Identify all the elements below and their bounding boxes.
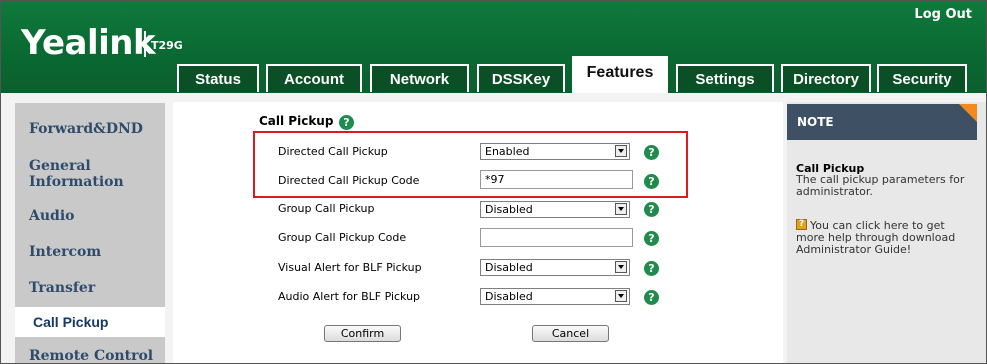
select-value: Disabled: [485, 290, 533, 303]
field-label-group-call-pickup-code: Group Call Pickup Code: [278, 231, 407, 244]
sidebar-item-remote-control[interactable]: Remote Control: [29, 348, 153, 363]
browser-page: Yealink T29G Log Out Status Account Netw…: [0, 0, 987, 364]
field-label-visual-alert-blf: Visual Alert for BLF Pickup: [278, 261, 422, 274]
help-icon[interactable]: ?: [644, 231, 659, 246]
group-call-pickup-select[interactable]: Disabled: [480, 201, 630, 218]
help-icon[interactable]: ?: [339, 115, 354, 130]
tab-account[interactable]: Account: [266, 64, 362, 92]
chevron-down-icon: [615, 203, 627, 215]
tab-status[interactable]: Status: [177, 64, 259, 92]
group-call-pickup-code-input[interactable]: [480, 228, 633, 247]
field-label-audio-alert-blf: Audio Alert for BLF Pickup: [278, 290, 421, 303]
help-icon[interactable]: ?: [644, 145, 659, 160]
sidebar-item-forward-dnd[interactable]: Forward&DND: [29, 121, 143, 137]
chevron-down-icon: [615, 290, 627, 302]
note-corner-accent: [959, 104, 977, 122]
select-value: Disabled: [485, 261, 533, 274]
sidebar-item-audio[interactable]: Audio: [29, 208, 75, 224]
audio-alert-blf-select[interactable]: Disabled: [480, 288, 630, 305]
chevron-down-icon: [615, 261, 627, 273]
help-icon[interactable]: ?: [644, 261, 659, 276]
help-icon[interactable]: ?: [644, 290, 659, 305]
visual-alert-blf-select[interactable]: Disabled: [480, 259, 630, 276]
help-icon[interactable]: ?: [644, 202, 659, 217]
cancel-button[interactable]: Cancel: [532, 325, 609, 342]
brand-logo: Yealink: [21, 23, 156, 63]
logout-link[interactable]: Log Out: [914, 7, 972, 22]
field-label-directed-call-pickup-code: Directed Call Pickup Code: [278, 174, 420, 187]
tab-security[interactable]: Security: [877, 64, 967, 92]
book-icon: [796, 218, 807, 230]
sidebar-item-intercom[interactable]: Intercom: [29, 244, 101, 260]
tab-features[interactable]: Features: [572, 56, 668, 94]
note-help-link[interactable]: You can click here to get more help thro…: [796, 218, 976, 256]
directed-call-pickup-code-input[interactable]: *97: [480, 170, 633, 189]
directed-call-pickup-select[interactable]: Enabled: [480, 143, 630, 160]
select-value: Disabled: [485, 203, 533, 216]
sidebar-item-call-pickup[interactable]: Call Pickup: [15, 307, 165, 337]
sidebar-item-transfer[interactable]: Transfer: [29, 280, 95, 296]
help-icon[interactable]: ?: [644, 174, 659, 189]
tab-settings[interactable]: Settings: [676, 64, 774, 92]
chevron-down-icon: [615, 145, 627, 157]
sidebar-item-general-information[interactable]: General Information: [29, 158, 139, 190]
section-title: Call Pickup: [259, 114, 334, 128]
tab-directory[interactable]: Directory: [781, 64, 871, 92]
select-value: Enabled: [485, 145, 530, 158]
field-label-directed-call-pickup: Directed Call Pickup: [278, 145, 388, 158]
field-label-group-call-pickup: Group Call Pickup: [278, 202, 375, 215]
note-description: The call pickup parameters for administr…: [796, 173, 965, 198]
note-help-text: You can click here to get more help thro…: [796, 219, 956, 256]
tab-network[interactable]: Network: [370, 64, 469, 92]
logo-divider: [144, 31, 146, 57]
model-label: T29G: [151, 39, 183, 52]
note-heading: NOTE: [787, 104, 977, 140]
confirm-button[interactable]: Confirm: [324, 325, 401, 342]
tab-dsskey[interactable]: DSSKey: [477, 64, 565, 92]
